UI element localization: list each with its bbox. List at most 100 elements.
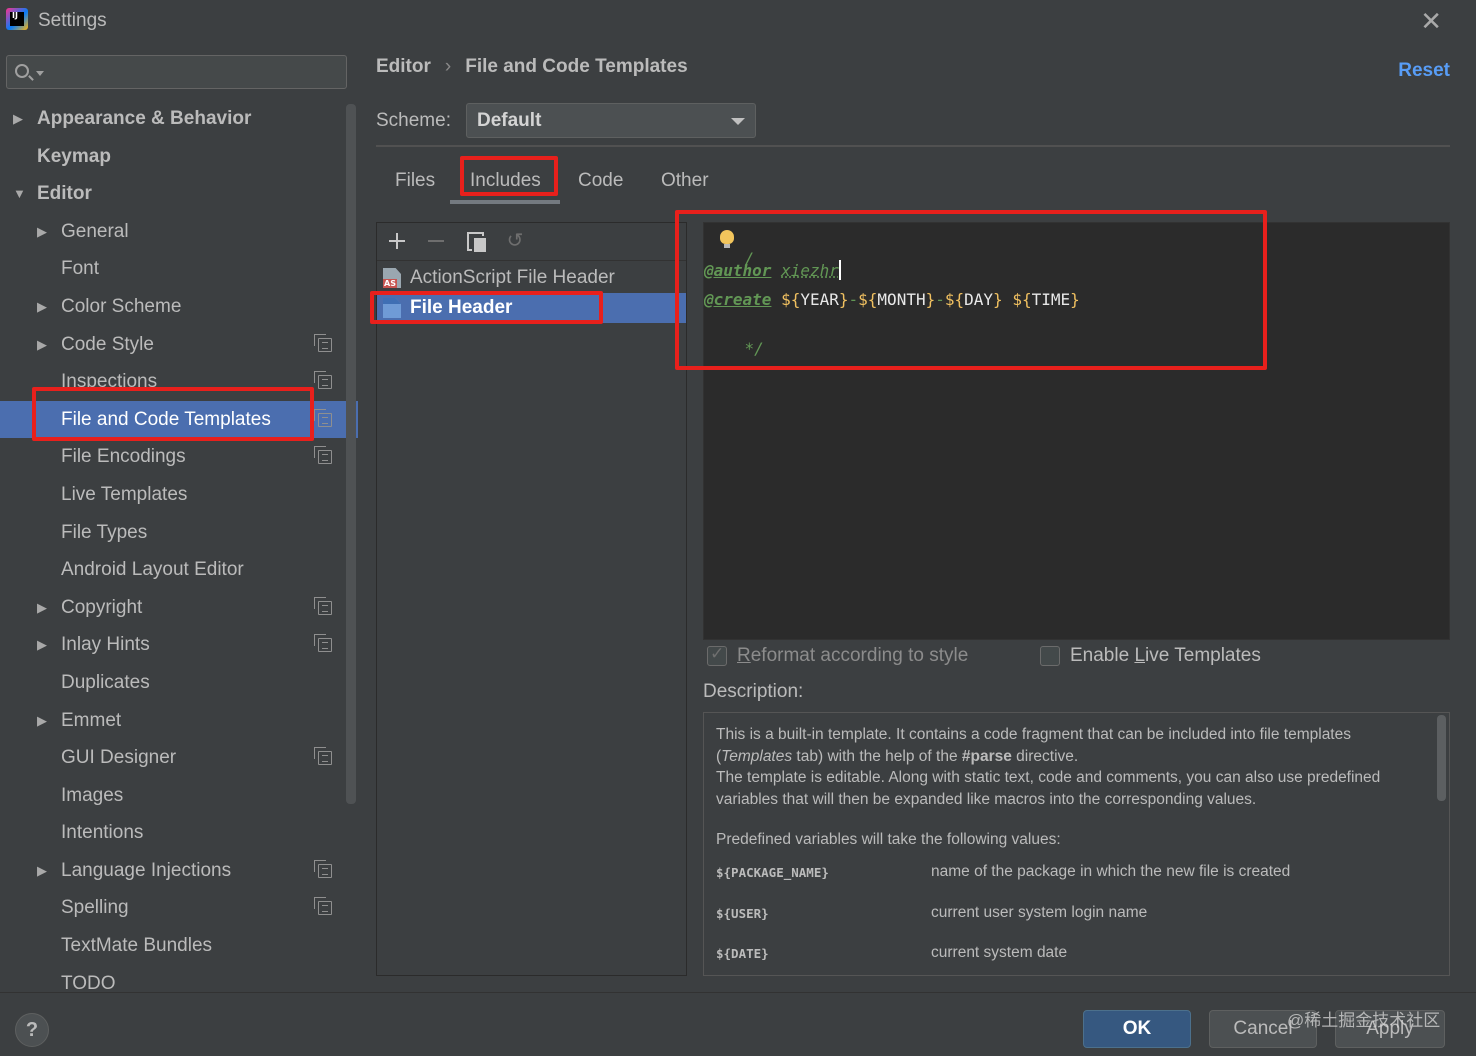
sidebar-item-general[interactable]: ▶ General [0,213,358,251]
project-level-settings-icon [314,634,332,653]
dialog-button-bar: ? OK Cancel Apply [0,992,1476,1056]
reset-template-icon[interactable]: ↺ [503,229,527,253]
active-tab-indicator [450,200,560,204]
description-scrollbar[interactable] [1437,715,1446,801]
collapsed-arrow-icon[interactable]: ▶ [37,852,47,890]
intellij-app-icon: IJ [6,8,28,30]
sidebar-item-spelling[interactable]: Spelling [0,889,358,927]
tab-other[interactable]: Other [661,170,709,192]
sidebar-item-live-templates[interactable]: Live Templates [0,476,358,514]
add-template-icon[interactable] [385,229,409,253]
close-icon[interactable]: ✕ [1420,6,1442,37]
sidebar-item-language-injections[interactable]: ▶ Language Injections [0,852,358,890]
sidebar-item-inspections[interactable]: Inspections [0,363,358,401]
description-box: This is a built-in template. It contains… [703,712,1450,976]
sidebar-item-label: File Types [61,521,148,543]
breadcrumb-parent[interactable]: Editor [376,56,431,77]
sidebar-item-intentions[interactable]: Intentions [0,814,358,852]
description-text: This is a built-in template. It contains… [716,726,1381,808]
collapsed-arrow-icon[interactable]: ▶ [37,702,47,740]
sidebar-item-label: General [61,220,129,242]
sidebar-item-images[interactable]: Images [0,777,358,815]
sidebar-item-label: Android Layout Editor [61,559,244,581]
lightbulb-icon[interactable] [720,230,734,248]
sidebar-item-appearance-behavior[interactable]: ▶ Appearance & Behavior [0,100,358,138]
sidebar-item-emmet[interactable]: ▶ Emmet [0,702,358,740]
sidebar-item-inlay-hints[interactable]: ▶ Inlay Hints [0,626,358,664]
sidebar-item-file-encodings[interactable]: File Encodings [0,438,358,476]
sidebar-item-font[interactable]: Font [0,250,358,288]
sidebar-item-android-layout-editor[interactable]: Android Layout Editor [0,551,358,589]
project-level-settings-icon [314,408,332,427]
sidebar-item-copyright[interactable]: ▶ Copyright [0,589,358,627]
expanded-arrow-icon[interactable]: ▼ [13,175,26,213]
scheme-dropdown[interactable]: Default [466,103,756,138]
sidebar-item-label: GUI Designer [61,747,177,769]
sidebar-item-label: Copyright [61,596,143,618]
sidebar-item-file-and-code-templates[interactable]: File and Code Templates [0,400,358,439]
description-label: Description: [703,681,804,702]
sidebar-item-label: Color Scheme [61,295,182,317]
template-list-panel: ↺ ActionScript File Header File Header [376,222,687,976]
project-level-settings-icon [314,333,332,352]
breadcrumb-separator: › [444,56,452,77]
project-level-settings-icon [314,897,332,916]
collapsed-arrow-icon[interactable]: ▶ [37,626,47,664]
scheme-label: Scheme: [376,110,451,131]
template-item-label: ActionScript File Header [410,267,615,288]
tab-files[interactable]: Files [395,170,435,192]
enable-live-templates-checkbox[interactable] [1040,646,1060,666]
scheme-value: Default [477,110,542,131]
tab-code[interactable]: Code [578,170,623,192]
project-level-settings-icon [314,596,332,615]
sidebar-item-code-style[interactable]: ▶ Code Style [0,326,358,364]
collapsed-arrow-icon[interactable]: ▶ [37,213,47,251]
search-icon [15,64,29,78]
tab-includes[interactable]: Includes [470,170,541,192]
sidebar-item-label: Appearance & Behavior [37,108,252,129]
sidebar-item-label: Code Style [61,333,154,355]
sidebar-item-todo[interactable]: TODO [0,965,358,992]
file-header-icon [383,298,401,318]
sidebar-item-textmate-bundles[interactable]: TextMate Bundles [0,927,358,965]
search-input[interactable] [47,60,337,84]
sidebar-item-label: Intentions [61,822,144,844]
sidebar-item-label: Inspections [61,371,158,393]
sidebar-scrollbar[interactable] [346,104,356,804]
template-editor[interactable]: / @author xiezhr @create ${YEAR}-${MONTH… [703,222,1450,640]
search-history-caret-icon[interactable] [36,71,44,76]
project-level-settings-icon [314,859,332,878]
template-item-file-header[interactable]: File Header [377,293,686,323]
sidebar-item-label: Spelling [61,897,129,919]
collapsed-arrow-icon[interactable]: ▶ [13,100,23,138]
divider [376,145,1450,147]
sidebar-item-color-scheme[interactable]: ▶ Color Scheme [0,288,358,326]
text-cursor [838,260,841,280]
code-line-2: @author xiezhr [704,260,841,280]
sidebar-item-label: Images [61,784,124,806]
search-box[interactable] [6,55,347,89]
reformat-checkbox[interactable] [707,644,727,666]
ok-button[interactable]: OK [1083,1010,1191,1048]
breadcrumb: Editor › File and Code Templates [376,56,688,78]
reset-link[interactable]: Reset [1398,60,1450,82]
sidebar-item-label: Duplicates [61,671,150,693]
sidebar-item-file-types[interactable]: File Types [0,514,358,552]
collapsed-arrow-icon[interactable]: ▶ [37,326,47,364]
remove-template-icon[interactable] [424,229,448,253]
copy-template-icon[interactable] [464,229,488,254]
breadcrumb-current: File and Code Templates [465,56,688,77]
help-button[interactable]: ? [15,1013,49,1047]
chevron-down-icon [731,118,745,125]
code-line-4: */ [744,339,764,358]
sidebar-item-label: File Encodings [61,446,186,468]
collapsed-arrow-icon[interactable]: ▶ [37,589,47,627]
sidebar-item-gui-designer[interactable]: GUI Designer [0,739,358,777]
sidebar-item-keymap[interactable]: Keymap [0,138,358,176]
template-item-actionscript[interactable]: ActionScript File Header [377,263,686,293]
sidebar-item-label: TextMate Bundles [61,935,213,957]
sidebar-item-duplicates[interactable]: Duplicates [0,664,358,702]
collapsed-arrow-icon[interactable]: ▶ [37,288,47,326]
sidebar-item-label: Keymap [37,145,111,167]
sidebar-item-editor[interactable]: ▼ Editor [0,175,358,213]
